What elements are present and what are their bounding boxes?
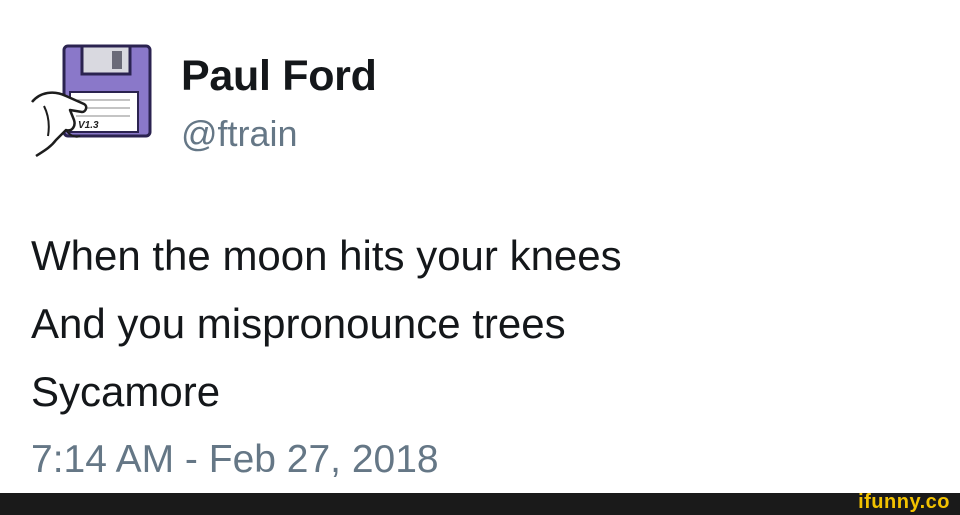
svg-text:V1.3: V1.3 [78, 120, 99, 131]
author-name[interactable]: Paul Ford [181, 52, 377, 101]
author-handle[interactable]: @ftrain [181, 113, 298, 155]
tweet-line: Sycamore [31, 368, 221, 415]
tweet-line: When the moon hits your knees [31, 232, 622, 279]
floppy-disk-hand-icon: V1.3 [31, 44, 152, 158]
watermark-bar: ifunny.co [0, 491, 960, 515]
tweet-line: And you mispronounce trees [31, 300, 566, 347]
ifunny-watermark: ifunny.co [858, 491, 950, 513]
tweet-card: V1.3 Paul Ford @ftrain When the moon hit… [0, 0, 960, 493]
avatar[interactable]: V1.3 [26, 40, 156, 158]
tweet-timestamp[interactable]: 7:14 AM - Feb 27, 2018 [31, 438, 439, 482]
tweet-text: When the moon hits your knees And you mi… [31, 222, 622, 426]
